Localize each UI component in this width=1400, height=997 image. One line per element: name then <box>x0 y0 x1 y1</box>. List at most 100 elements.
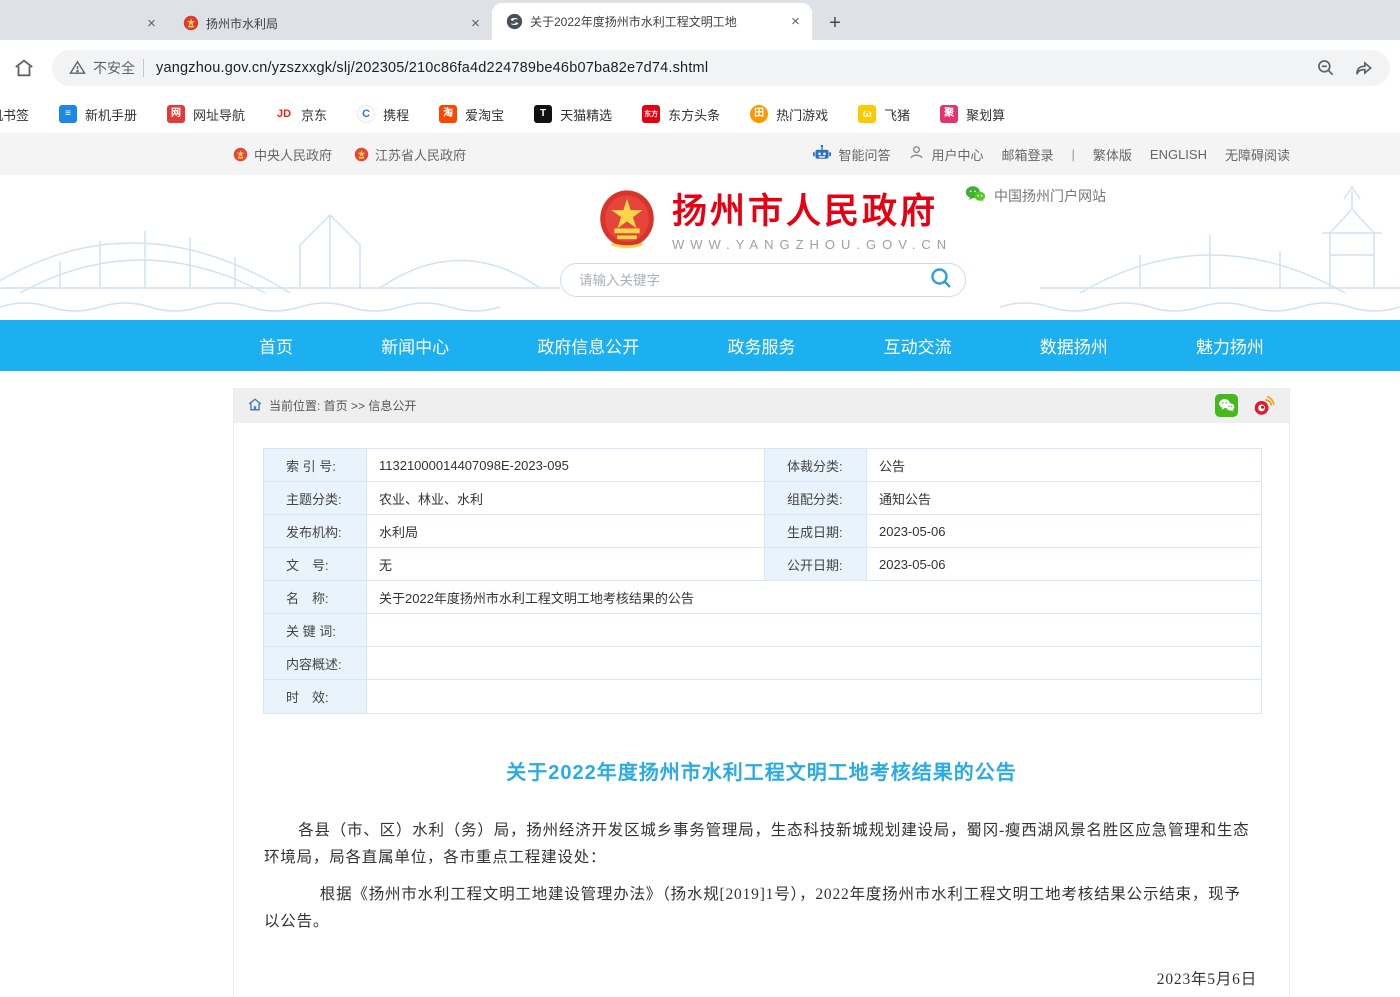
browser-tab-bar: 扬州市水利局 关于2022年度扬州市水利工程文明工地 <box>0 0 1400 40</box>
meta-label: 公开日期: <box>765 548 867 580</box>
portal-tagline: 中国扬州门户网站 <box>965 185 1106 206</box>
smart-qa-link[interactable]: 智能问答 <box>812 144 890 165</box>
new-tab-button[interactable] <box>822 10 848 36</box>
meta-value: 2023-05-06 <box>867 515 1261 547</box>
meta-value: 2023-05-06 <box>867 548 1261 580</box>
nav-item-interaction[interactable]: 互动交流 <box>884 333 952 358</box>
page-body: 当前位置: 首页 >> 信息公开 索 引 号: 1132100001440709… <box>0 371 1400 997</box>
meta-label: 主题分类: <box>264 482 367 514</box>
bookmark-item[interactable]: 东方 东方头条 <box>642 105 720 124</box>
meta-value: 公告 <box>867 449 1261 481</box>
table-row: 主题分类: 农业、林业、水利 组配分类: 通知公告 <box>264 482 1261 515</box>
nav-item-home[interactable]: 首页 <box>259 333 293 358</box>
fliggy-icon: ω <box>858 105 876 123</box>
bookmark-item[interactable]: 机书签 <box>0 105 29 124</box>
portal-label: 中国扬州门户网站 <box>994 186 1106 206</box>
mail-login-link[interactable]: 邮箱登录 <box>1001 145 1053 164</box>
article-title: 关于2022年度扬州市水利工程文明工地考核结果的公告 <box>234 756 1289 785</box>
bookmark-item[interactable]: 网 网址导航 <box>167 105 245 124</box>
manual-icon: ≡ <box>59 105 77 123</box>
meta-value: 通知公告 <box>867 482 1261 514</box>
zoom-out-icon[interactable] <box>1314 56 1338 80</box>
bookmark-item[interactable]: ω 飞猪 <box>858 105 910 124</box>
link-label: 无障碍阅读 <box>1225 145 1290 164</box>
bookmark-item[interactable]: ≡ 新机手册 <box>59 105 137 124</box>
url-text[interactable]: yangzhou.gov.cn/yzszxxgk/slj/202305/210c… <box>156 60 1302 76</box>
close-icon[interactable] <box>467 15 484 32</box>
bookmark-label: 飞猪 <box>884 105 910 124</box>
accessibility-link[interactable]: 无障碍阅读 <box>1225 145 1290 164</box>
bookmark-item[interactable]: 淘 爱淘宝 <box>439 105 504 124</box>
link-label: 江苏省人民政府 <box>375 145 466 164</box>
weibo-share-icon[interactable] <box>1252 394 1275 417</box>
close-icon[interactable] <box>143 15 160 32</box>
link-label: 智能问答 <box>838 145 890 164</box>
bookmark-item[interactable]: 聚 聚划算 <box>940 105 1005 124</box>
bookmark-label: 网址导航 <box>193 105 245 124</box>
site-search <box>560 263 966 297</box>
breadcrumb-path[interactable]: 当前位置: 首页 >> 信息公开 <box>269 397 416 414</box>
nav-item-info-disclosure[interactable]: 政府信息公开 <box>537 333 639 358</box>
nav-item-data[interactable]: 数据扬州 <box>1040 333 1108 358</box>
dongfang-icon: 东方 <box>642 105 660 123</box>
bookmark-item[interactable]: 田 热门游戏 <box>750 105 828 124</box>
divider <box>143 59 144 77</box>
nav-item-charm[interactable]: 魅力扬州 <box>1196 333 1264 358</box>
search-input[interactable] <box>579 273 929 288</box>
article-paragraph: 根据《扬州市水利工程文明工地建设管理办法》（扬水规[2019]1号），2022年… <box>264 881 1251 935</box>
meta-value <box>367 647 1261 679</box>
content-panel: 当前位置: 首页 >> 信息公开 索 引 号: 1132100001440709… <box>233 388 1290 997</box>
table-row: 关 键 词: <box>264 614 1261 647</box>
browser-toolbar: 不安全 yangzhou.gov.cn/yzszxxgk/slj/202305/… <box>0 40 1400 95</box>
security-label: 不安全 <box>93 58 135 78</box>
meta-label: 关 键 词: <box>264 614 367 646</box>
home-icon[interactable] <box>12 56 36 80</box>
address-bar[interactable]: 不安全 yangzhou.gov.cn/yzszxxgk/slj/202305/… <box>52 50 1390 86</box>
browser-logo-icon <box>506 13 523 30</box>
table-row: 内容概述: <box>264 647 1261 680</box>
meta-value: 11321000014407098E-2023-095 <box>367 449 765 481</box>
main-nav: 首页 新闻中心 政府信息公开 政务服务 互动交流 数据扬州 魅力扬州 <box>0 320 1400 371</box>
share-icon[interactable] <box>1352 56 1376 80</box>
tab-shuiliju[interactable]: 扬州市水利局 <box>168 6 492 40</box>
tab-active-notice[interactable]: 关于2022年度扬州市水利工程文明工地 <box>492 3 812 40</box>
gov-links-bar: 中央人民政府 江苏省人民政府 智能问答 用户中心 邮箱登录 <box>0 133 1400 175</box>
site-header-banner: 中国扬州门户网站 扬州市人民政府 WWW.YANGZHOU.GOV.CN <box>0 175 1400 320</box>
taobao-icon: 淘 <box>439 105 457 123</box>
link-label: ENGLISH <box>1150 147 1207 162</box>
bookmark-label: 爱淘宝 <box>465 105 504 124</box>
tab-partial[interactable] <box>0 6 168 40</box>
bookmark-item[interactable]: JD 京东 <box>275 105 327 124</box>
meta-value: 关于2022年度扬州市水利工程文明工地考核结果的公告 <box>367 581 1261 613</box>
wechat-share-icon[interactable] <box>1215 394 1238 417</box>
link-jiangsu-gov[interactable]: 江苏省人民政府 <box>354 145 466 164</box>
robot-icon <box>812 144 832 165</box>
site-title: 扬州市人民政府 <box>672 193 952 232</box>
site-logo[interactable]: 扬州市人民政府 WWW.YANGZHOU.GOV.CN <box>598 189 952 256</box>
meta-value <box>367 614 1261 646</box>
user-center-link[interactable]: 用户中心 <box>908 144 983 164</box>
close-icon[interactable] <box>787 13 804 30</box>
link-central-gov[interactable]: 中央人民政府 <box>233 145 332 164</box>
link-label: 用户中心 <box>931 145 983 164</box>
article-date: 2023年5月6日 <box>234 967 1289 989</box>
bookmark-item[interactable]: C 携程 <box>357 105 409 124</box>
warning-icon[interactable] <box>68 59 86 77</box>
bookmark-label: 京东 <box>301 105 327 124</box>
wechat-bubbles-icon <box>965 185 986 206</box>
traditional-chinese-link[interactable]: 繁体版 <box>1093 145 1132 164</box>
bookmark-label: 机书签 <box>0 105 29 124</box>
divider: | <box>1072 147 1075 162</box>
article-paragraph: 各县（市、区）水利（务）局，扬州经济开发区城乡事务管理局，生态科技新城规划建设局… <box>264 817 1251 871</box>
juhuasuan-icon: 聚 <box>940 105 958 123</box>
nav-item-news[interactable]: 新闻中心 <box>381 333 449 358</box>
document-meta-table: 索 引 号: 11321000014407098E-2023-095 体裁分类:… <box>263 448 1262 714</box>
bookmark-item[interactable]: T 天猫精选 <box>534 105 612 124</box>
english-link[interactable]: ENGLISH <box>1150 147 1207 162</box>
search-icon[interactable] <box>929 266 953 295</box>
meta-label: 文 号: <box>264 548 367 580</box>
meta-value <box>367 680 1261 713</box>
nav-item-services[interactable]: 政务服务 <box>727 333 795 358</box>
breadcrumb: 当前位置: 首页 >> 信息公开 <box>234 388 1289 423</box>
breadcrumb-home-icon[interactable] <box>248 398 262 414</box>
